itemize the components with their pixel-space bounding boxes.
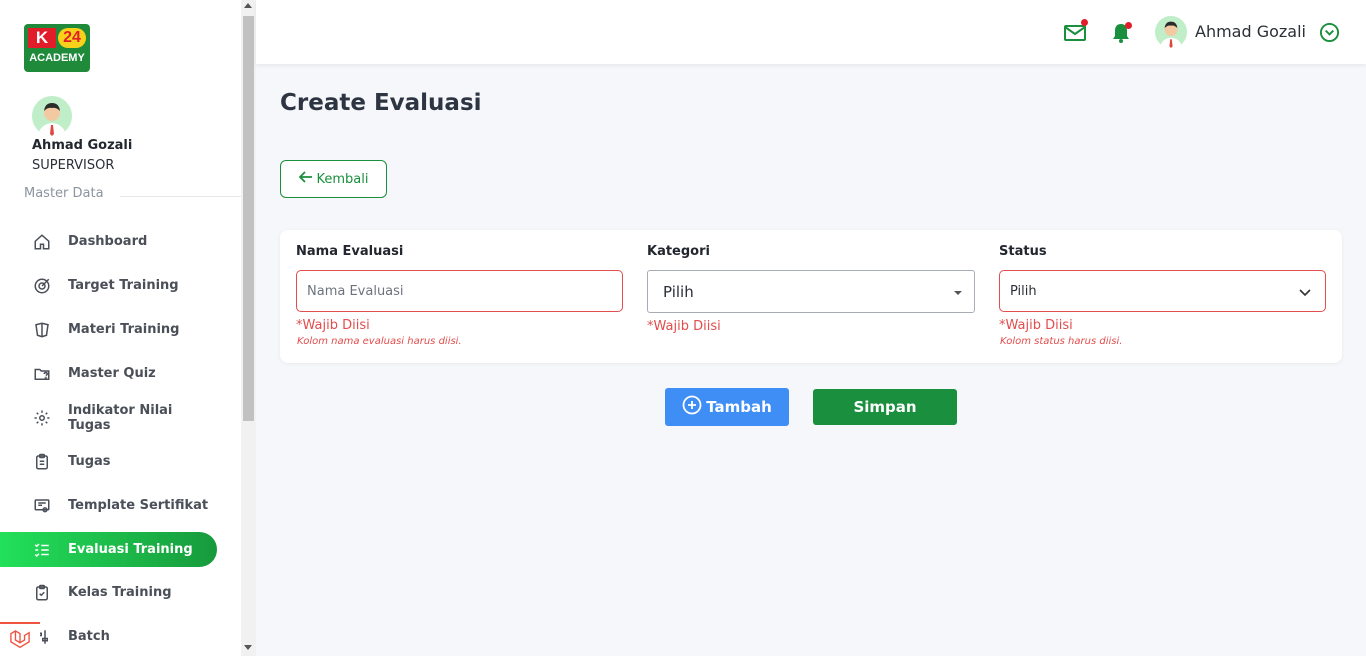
book-icon — [32, 320, 52, 340]
clipboard-check-icon — [32, 583, 52, 603]
sidebar-item-target-training[interactable]: Target Training — [0, 268, 217, 303]
sidebar-item-label: Dashboard — [68, 234, 148, 249]
sidebar-item-label: Master Quiz — [68, 366, 156, 381]
status-selected-value: Pilih — [1010, 283, 1037, 299]
logo-k: K — [28, 28, 56, 48]
topbar: Ahmad Gozali — [256, 0, 1366, 64]
sidebar-item-evaluasi-training[interactable]: Evaluasi Training — [0, 532, 217, 567]
bell-notification-dot — [1125, 22, 1132, 29]
logo-24: 24 — [58, 28, 86, 48]
arrow-left-icon — [298, 170, 313, 188]
chevron-down-icon — [1297, 284, 1313, 300]
simpan-button-label: Simpan — [853, 398, 917, 416]
topbar-user-name[interactable]: Ahmad Gozali — [1195, 22, 1306, 41]
mail-notification-dot — [1081, 19, 1088, 26]
tambah-button[interactable]: Tambah — [665, 388, 789, 426]
avatar — [32, 96, 72, 136]
chevron-down-circle-icon[interactable] — [1319, 22, 1340, 43]
sidebar-user-name: Ahmad Gozali — [32, 138, 133, 153]
sidebar-item-label: Batch — [68, 629, 110, 644]
nama-evaluasi-error: Kolom nama evaluasi harus diisi. — [297, 336, 462, 347]
sidebar-section-label: Master Data — [24, 186, 104, 201]
target-icon — [32, 276, 52, 296]
bell-icon[interactable] — [1111, 22, 1132, 44]
sidebar-item-label: Materi Training — [68, 322, 180, 337]
back-button[interactable]: Kembali — [280, 160, 387, 198]
evaluasi-form-card: Nama Evaluasi Nama Evaluasi *Wajib Diisi… — [280, 230, 1342, 363]
nama-evaluasi-placeholder: Nama Evaluasi — [307, 283, 404, 299]
back-button-label: Kembali — [316, 171, 369, 187]
sidebar-item-label: Kelas Training — [68, 585, 172, 600]
kategori-required: *Wajib Diisi — [647, 319, 721, 334]
sidebar: K 24 ACADEMY Ahmad Gozali SUPERVISOR Mas… — [0, 0, 241, 656]
sidebar-item-label: Tugas — [68, 454, 111, 469]
gear-icon — [32, 408, 52, 428]
avatar[interactable] — [1155, 16, 1187, 48]
kategori-select[interactable]: Pilih — [647, 270, 975, 313]
certificate-icon — [32, 496, 52, 516]
sidebar-item-label: Indikator Nilai Tugas — [68, 402, 173, 433]
mail-icon[interactable] — [1064, 19, 1088, 42]
tambah-button-label: Tambah — [706, 398, 772, 416]
logo-academy-text: ACADEMY — [29, 52, 85, 64]
sidebar-item-dashboard[interactable]: Dashboard — [0, 224, 217, 259]
status-required: *Wajib Diisi — [999, 318, 1073, 333]
status-error: Kolom status harus diisi. — [1000, 336, 1123, 347]
home-icon — [32, 232, 52, 252]
sidebar-item-materi-training[interactable]: Materi Training — [0, 312, 217, 347]
simpan-button[interactable]: Simpan — [813, 389, 957, 425]
sidebar-item-label: Evaluasi Training — [68, 542, 193, 557]
sidebar-item-kelas-training[interactable]: Kelas Training — [0, 575, 217, 610]
scroll-up-arrow-icon[interactable] — [244, 3, 252, 8]
status-select[interactable]: Pilih — [999, 270, 1326, 312]
sidebar-item-indikator-nilai-tugas[interactable]: Indikator Nilai Tugas — [0, 400, 217, 435]
checklist-icon — [32, 540, 52, 560]
sidebar-item-label: Target Training — [68, 278, 179, 293]
kategori-selected-value: Pilih — [663, 282, 694, 301]
clipboard-icon — [32, 452, 52, 472]
sidebar-item-template-sertifikat[interactable]: Template Sertifikat — [0, 488, 217, 523]
k24-academy-logo[interactable]: K 24 ACADEMY — [24, 24, 90, 72]
scroll-down-arrow-icon[interactable] — [244, 645, 252, 650]
scroll-thumb[interactable] — [243, 16, 254, 421]
laravel-debugbar-icon[interactable] — [0, 622, 40, 656]
nama-evaluasi-label: Nama Evaluasi — [296, 244, 404, 259]
sidebar-divider — [120, 196, 241, 197]
page-title: Create Evaluasi — [280, 90, 482, 116]
caret-down-icon — [954, 291, 962, 295]
sidebar-item-tugas[interactable]: Tugas — [0, 444, 217, 479]
sidebar-item-label: Template Sertifikat — [68, 498, 209, 513]
nama-evaluasi-input[interactable]: Nama Evaluasi — [296, 270, 623, 312]
status-label: Status — [999, 244, 1047, 259]
folder-question-icon — [32, 364, 52, 384]
sidebar-scrollbar[interactable] — [241, 0, 256, 656]
sidebar-user-role: SUPERVISOR — [32, 158, 115, 173]
kategori-label: Kategori — [647, 244, 710, 259]
sidebar-item-master-quiz[interactable]: Master Quiz — [0, 356, 217, 391]
nama-evaluasi-required: *Wajib Diisi — [296, 318, 370, 333]
plus-circle-icon — [682, 395, 702, 419]
